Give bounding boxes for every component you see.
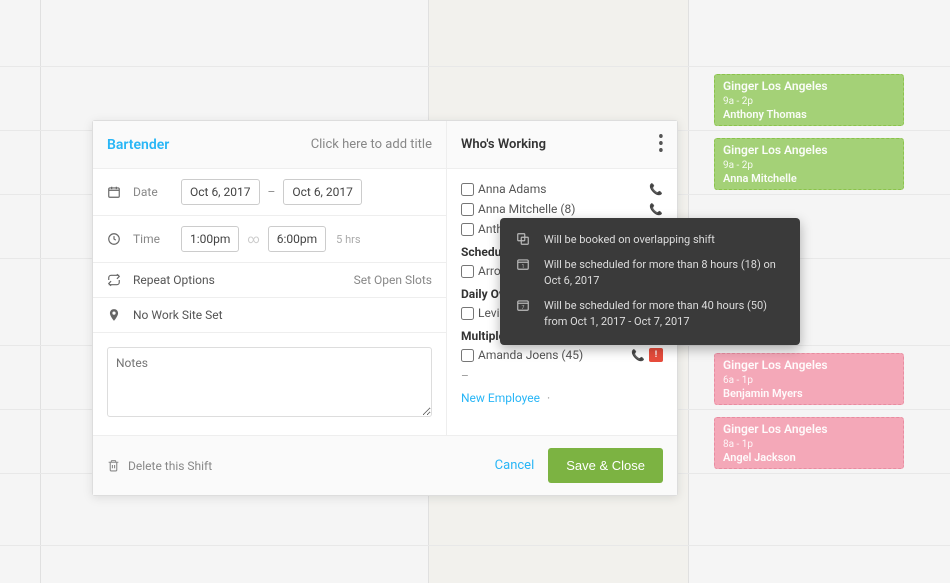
new-employee-link[interactable]: New Employee · xyxy=(461,391,663,405)
trash-icon xyxy=(107,459,120,472)
cancel-button[interactable]: Cancel xyxy=(495,458,535,473)
phone-icon[interactable]: 📞 xyxy=(631,349,645,362)
time-row: Time 1:00pm ∞ 6:00pm 5 hrs xyxy=(93,216,446,263)
tooltip-row: 7 Will be scheduled for more than 40 hour… xyxy=(516,298,784,331)
title-input[interactable]: Click here to add title xyxy=(311,137,432,152)
date-label: Date xyxy=(133,185,181,199)
repeat-label: Repeat Options xyxy=(133,273,215,287)
employee-checkbox[interactable] xyxy=(461,265,474,278)
tooltip-icon xyxy=(516,232,536,249)
phone-icon[interactable]: 📞 xyxy=(649,183,663,196)
date-separator: – xyxy=(268,185,276,199)
shift-card[interactable]: Ginger Los Angeles6a - 1pBenjamin Myers xyxy=(714,353,904,405)
employee-checkbox[interactable] xyxy=(461,349,474,362)
tooltip-icon: 1 xyxy=(516,257,536,290)
employee-row[interactable]: Anna Adams 📞 xyxy=(461,179,663,199)
date-start-input[interactable]: Oct 6, 2017 xyxy=(181,179,260,205)
employee-name: Anna Adams xyxy=(478,182,645,196)
infinity-icon: ∞ xyxy=(247,232,259,246)
open-slots-link[interactable]: Set Open Slots xyxy=(354,273,432,287)
tooltip-row: Will be booked on overlapping shift xyxy=(516,232,784,249)
warning-tooltip: Will be booked on overlapping shift 1 Will… xyxy=(500,218,800,345)
worksite-label: No Work Site Set xyxy=(133,308,223,322)
employee-checkbox[interactable] xyxy=(461,307,474,320)
date-end-input[interactable]: Oct 6, 2017 xyxy=(283,179,362,205)
repeat-icon xyxy=(107,273,123,287)
clock-icon xyxy=(107,232,123,246)
kebab-menu-icon[interactable]: ••• xyxy=(658,134,663,156)
worksite-row[interactable]: No Work Site Set xyxy=(93,298,446,333)
phone-icon[interactable]: 📞 xyxy=(649,203,663,216)
notes-textarea[interactable] xyxy=(107,347,432,417)
time-start-input[interactable]: 1:00pm xyxy=(181,226,239,252)
time-label: Time xyxy=(133,232,181,246)
employee-row[interactable]: Anna Mitchelle (8) 📞 xyxy=(461,199,663,219)
employee-checkbox[interactable] xyxy=(461,203,474,216)
tooltip-icon: 7 xyxy=(516,298,536,331)
location-icon xyxy=(107,308,123,322)
tooltip-text: Will be scheduled for more than 8 hours … xyxy=(544,257,784,290)
calendar-icon xyxy=(107,185,123,199)
svg-text:1: 1 xyxy=(522,264,525,270)
date-row: Date Oct 6, 2017 – Oct 6, 2017 xyxy=(93,169,446,216)
role-label[interactable]: Bartender xyxy=(107,137,169,153)
whos-working-header: Who's Working xyxy=(461,137,546,152)
notes-section xyxy=(107,347,432,421)
svg-text:7: 7 xyxy=(522,305,525,311)
employee-checkbox[interactable] xyxy=(461,223,474,236)
duration-label: 5 hrs xyxy=(336,233,360,246)
employee-name: Amanda Joens (45) xyxy=(478,348,627,362)
tooltip-text: Will be scheduled for more than 40 hours… xyxy=(544,298,784,331)
employee-name: Anna Mitchelle (8) xyxy=(478,202,645,216)
employee-row[interactable]: Amanda Joens (45) 📞! xyxy=(461,345,663,365)
modal-header: Bartender Click here to add title Who's … xyxy=(93,121,677,169)
repeat-row[interactable]: Repeat Options Set Open Slots xyxy=(93,263,446,298)
time-end-input[interactable]: 6:00pm xyxy=(268,226,326,252)
tooltip-text: Will be booked on overlapping shift xyxy=(544,232,784,249)
shift-card[interactable]: Ginger Los Angeles8a - 1pAngel Jackson xyxy=(714,417,904,469)
dash: – xyxy=(461,369,663,383)
tooltip-row: 1 Will be scheduled for more than 8 hours… xyxy=(516,257,784,290)
shift-card[interactable]: Ginger Los Angeles9a - 2pAnthony Thomas xyxy=(714,74,904,126)
shift-card[interactable]: Ginger Los Angeles9a - 2pAnna Mitchelle xyxy=(714,138,904,190)
employee-checkbox[interactable] xyxy=(461,183,474,196)
alert-icon: ! xyxy=(649,348,663,362)
delete-shift-button[interactable]: Delete this Shift xyxy=(107,459,212,473)
save-close-button[interactable]: Save & Close xyxy=(548,448,663,483)
modal-footer: Delete this Shift Cancel Save & Close xyxy=(93,435,677,495)
